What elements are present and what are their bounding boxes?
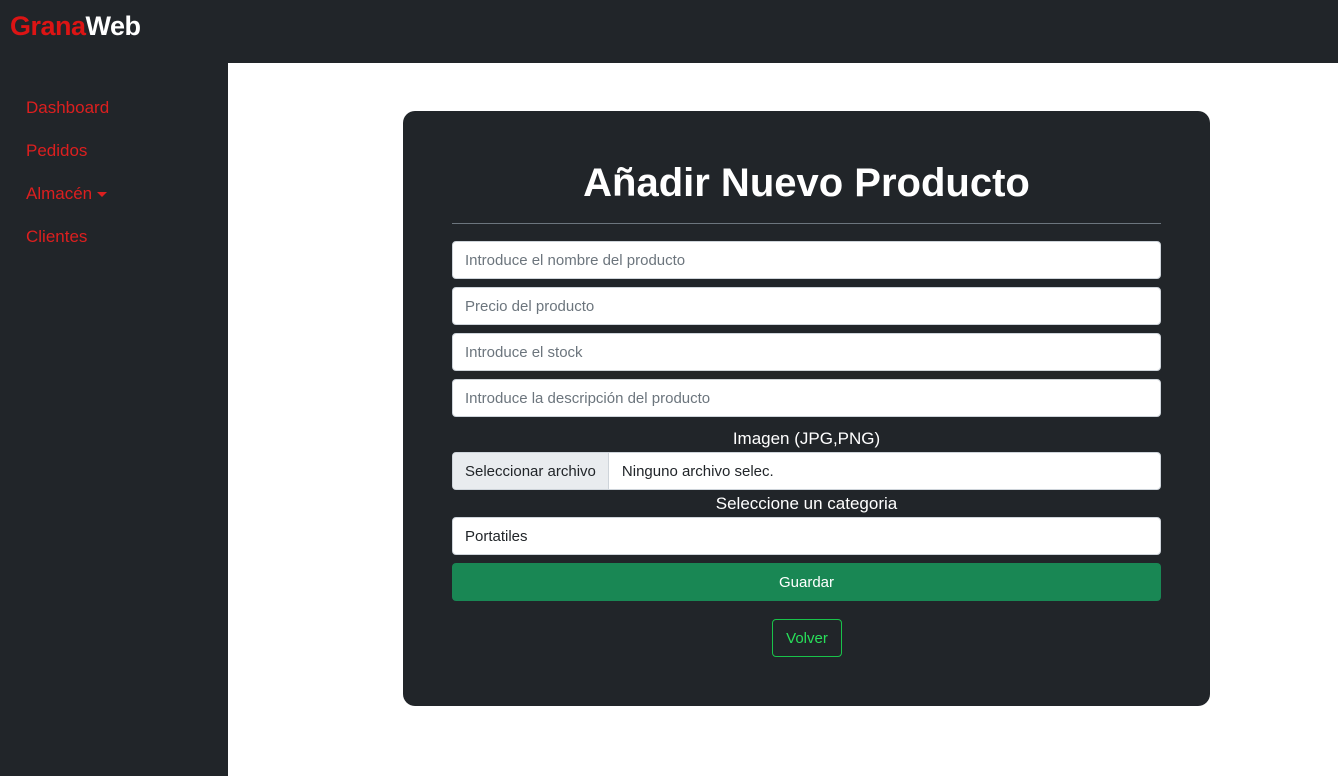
page-title: Añadir Nuevo Producto xyxy=(583,161,1030,205)
image-label: Imagen (JPG,PNG) xyxy=(732,429,881,448)
category-select[interactable]: Portatiles xyxy=(452,517,1161,555)
caret-down-icon xyxy=(97,191,108,197)
file-status-text: Ninguno archivo selec. xyxy=(621,462,774,480)
category-label: Seleccione un categoria xyxy=(715,494,898,513)
top-navbar: GranaWeb xyxy=(0,0,1338,63)
title-divider xyxy=(452,223,1161,224)
product-price-input[interactable] xyxy=(452,287,1161,325)
category-selected-value: Portatiles xyxy=(465,527,528,545)
sidebar-item-dashboard[interactable]: Dashboard xyxy=(26,98,109,118)
sidebar-item-label: Almacén xyxy=(26,184,93,203)
brand-part-grana: Grana xyxy=(10,11,86,41)
save-button[interactable]: Guardar xyxy=(452,563,1161,601)
sidebar-item-clientes[interactable]: Clientes xyxy=(26,227,87,247)
sidebar-item-label: Dashboard xyxy=(26,98,110,117)
product-name-input[interactable] xyxy=(452,241,1161,279)
sidebar-item-almacen[interactable]: Almacén xyxy=(26,184,108,204)
product-form-card: Añadir Nuevo Producto Imagen (JPG,PNG) S… xyxy=(403,111,1210,706)
brand-logo[interactable]: GranaWeb xyxy=(10,11,141,42)
sidebar: Dashboard Pedidos Almacén Clientes xyxy=(0,63,228,776)
brand-part-web: Web xyxy=(85,11,142,41)
sidebar-item-label: Pedidos xyxy=(26,141,88,160)
back-button[interactable]: Volver xyxy=(772,619,842,657)
product-description-input[interactable] xyxy=(452,379,1161,417)
sidebar-item-pedidos[interactable]: Pedidos xyxy=(26,141,87,161)
image-file-input[interactable]: Seleccionar archivo Ninguno archivo sele… xyxy=(452,452,1161,490)
product-stock-input[interactable] xyxy=(452,333,1161,371)
sidebar-item-label: Clientes xyxy=(26,227,88,246)
select-file-button[interactable]: Seleccionar archivo xyxy=(453,453,609,489)
